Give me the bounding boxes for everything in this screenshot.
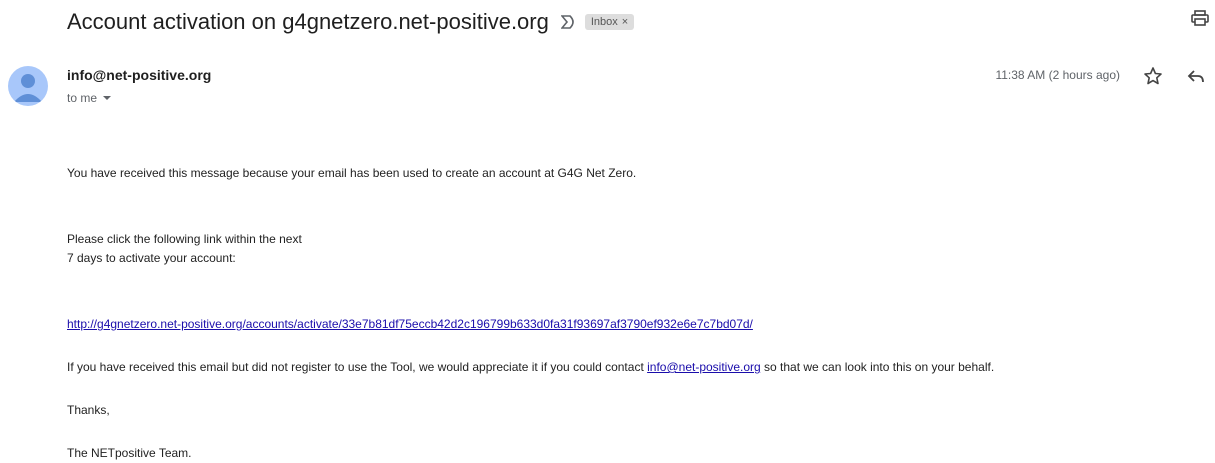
message-signature: The NETpositive Team. [67,446,192,460]
inbox-label-text: Inbox [590,16,618,28]
print-icon[interactable] [1191,10,1209,26]
recipient-label: to me [67,91,98,105]
chevron-down-icon [103,96,112,100]
timestamp: 11:38 AM (2 hours ago) [995,68,1120,82]
subject-row: Account activation on g4gnetzero.net-pos… [67,4,1215,40]
message-intro: You have received this message because y… [67,166,637,180]
important-icon[interactable] [560,15,577,29]
notice-text-after: so that we can look into this on your be… [760,360,995,374]
notice-text-before: If you have received this email but did … [67,360,648,374]
message-notice: If you have received this email but did … [67,358,994,377]
sender-email[interactable]: info@net-positive.org [67,67,211,83]
star-icon[interactable] [1143,66,1163,86]
message-thanks: Thanks, [67,403,110,417]
avatar[interactable] [8,66,48,106]
reply-icon[interactable] [1187,68,1205,84]
inbox-label-chip: Inbox × [584,14,635,30]
message-instruction-line2: 7 days to activate your account: [67,251,236,265]
contact-email-link[interactable]: info@net-positive.org [647,360,761,374]
email-subject: Account activation on g4gnetzero.net-pos… [67,9,549,34]
message-instruction-line1: Please click the following link within t… [67,232,302,246]
person-icon [14,74,42,102]
remove-label-button[interactable]: × [622,16,628,28]
recipient-details-toggle[interactable]: to me [67,91,112,105]
activation-link[interactable]: http://g4gnetzero.net-positive.org/accou… [67,317,753,331]
